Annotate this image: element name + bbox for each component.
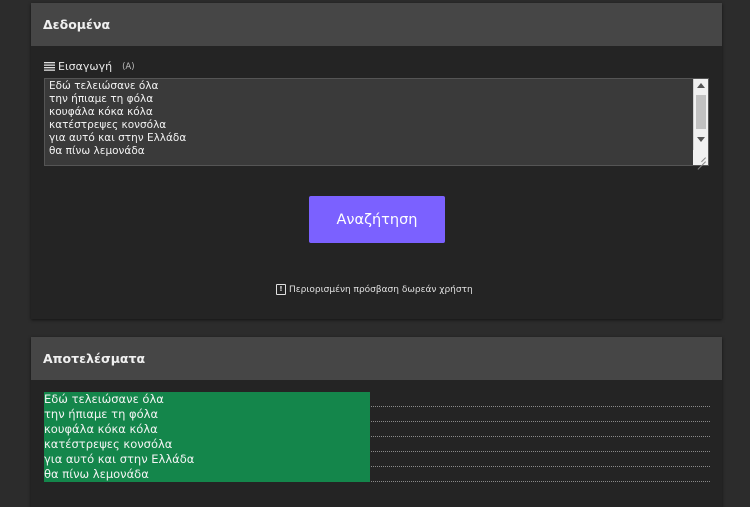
scroll-down-icon[interactable] <box>697 137 705 142</box>
lines-icon <box>44 62 55 71</box>
warning-icon: ! <box>276 284 286 295</box>
result-text: κατέστρεψες κονσόλα <box>44 437 173 451</box>
result-row: κατέστρεψες κονσόλα <box>44 437 710 452</box>
results-panel: Αποτελέσματα Εδώ τελειώσανε όλα την ήπιαμ… <box>31 337 722 507</box>
resize-handle-icon[interactable] <box>693 150 708 165</box>
result-text: κουφάλα κόκα κόλα <box>44 422 158 436</box>
input-textarea[interactable]: Εδώ τελειώσανε όλα την ήπιαμε τη φόλα κο… <box>44 78 709 166</box>
result-row: για αυτό και στην Ελλάδα <box>44 452 710 467</box>
input-label-text: Εισαγωγή <box>58 60 113 73</box>
data-panel-title: Δεδομένα <box>31 3 722 46</box>
result-row: θα πίνω λεμονάδα <box>44 467 710 482</box>
input-textarea-text[interactable]: Εδώ τελειώσανε όλα την ήπιαμε τη φόλα κο… <box>49 80 186 158</box>
results-panel-title: Αποτελέσματα <box>31 337 722 380</box>
result-row: την ήπιαμε τη φόλα <box>44 407 710 422</box>
input-hint: (A) <box>122 61 135 72</box>
data-panel: Δεδομένα Εισαγωγή (A) Εδώ τελειώσανε όλα… <box>31 3 722 319</box>
free-user-notice: ! Περιορισμένη πρόσβαση δωρεάν χρήστη <box>276 284 473 295</box>
result-row: κουφάλα κόκα κόλα <box>44 422 710 437</box>
result-text: Εδώ τελειώσανε όλα <box>44 392 164 406</box>
search-button[interactable]: Αναζήτηση <box>309 196 445 243</box>
results-list: Εδώ τελειώσανε όλα την ήπιαμε τη φόλα κουφ… <box>44 392 710 482</box>
textarea-scrollbar[interactable] <box>693 79 708 151</box>
result-text: για αυτό και στην Ελλάδα <box>44 452 195 466</box>
result-row: Εδώ τελειώσανε όλα <box>44 392 710 407</box>
scroll-up-icon[interactable] <box>697 83 705 88</box>
result-text: θα πίνω λεμονάδα <box>44 467 149 481</box>
notice-text: Περιορισμένη πρόσβαση δωρεάν χρήστη <box>289 284 473 295</box>
scrollbar-thumb[interactable] <box>696 95 706 129</box>
input-label: Εισαγωγή (A) <box>44 60 135 73</box>
result-text: την ήπιαμε τη φόλα <box>44 407 159 421</box>
